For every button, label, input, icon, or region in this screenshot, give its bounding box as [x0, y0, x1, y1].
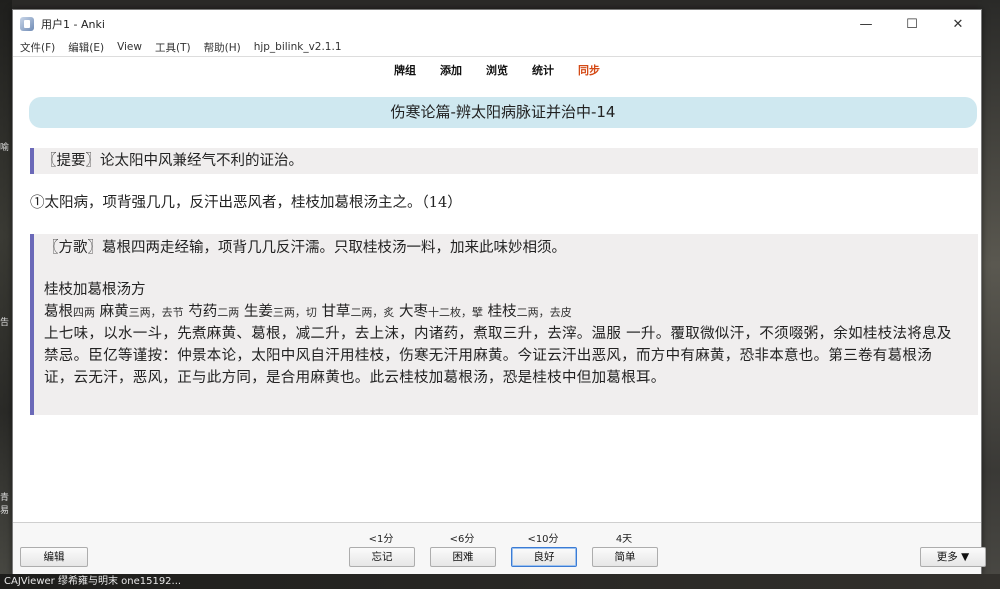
desktop-text-fragment: 告: [0, 318, 10, 328]
ease-interval-again: <1分: [368, 534, 394, 545]
good-button[interactable]: 良好: [511, 547, 577, 567]
herb-name: 桂枝: [487, 304, 517, 320]
formula-block: 〖方歌〗葛根四两走经输，项背几几反汗濡。只取桂枝汤一料，加来此味妙相须。 桂枝加…: [30, 234, 978, 415]
maximize-button[interactable]: ☐: [889, 10, 935, 38]
more-button[interactable]: 更多 ▼: [920, 547, 986, 567]
herb-name: 葛根: [44, 304, 73, 320]
card-content: 伤寒论篇-辨太阳病脉证并治中-14 〖提要〗论太阳中风兼经气不利的证治。 ①太阳…: [13, 82, 981, 522]
toolbar-decks[interactable]: 牌组: [382, 62, 428, 78]
close-button[interactable]: ✕: [935, 10, 981, 38]
toolbar-add[interactable]: 添加: [428, 62, 474, 78]
again-button[interactable]: 忘记: [349, 547, 415, 567]
formula-name: 桂枝加葛根汤方: [44, 282, 146, 298]
main-toolbar: 牌组 添加 浏览 统计 同步: [13, 56, 981, 83]
herb-name: 大枣: [399, 304, 429, 320]
herb-name: 生姜: [243, 304, 273, 320]
summary-block: 〖提要〗论太阳中风兼经气不利的证治。: [30, 148, 978, 174]
herb-dose: 三两，切: [272, 306, 317, 319]
ease-interval-easy: 4天: [615, 534, 633, 545]
herb-dose: 二两: [217, 306, 240, 319]
minimize-button[interactable]: —: [843, 10, 889, 38]
ease-interval-hard: <6分: [449, 534, 475, 545]
herb-dose: 二两，去皮: [516, 306, 572, 319]
easy-button[interactable]: 简单: [592, 547, 658, 567]
menu-edit[interactable]: 编辑(E): [68, 40, 104, 55]
menu-tools[interactable]: 工具(T): [155, 40, 191, 55]
herb-name: 麻黄: [99, 304, 129, 320]
menu-view[interactable]: View: [117, 41, 142, 53]
hard-button[interactable]: 困难: [430, 547, 496, 567]
summary-text: 〖提要〗论太阳中风兼经气不利的证治。: [42, 153, 303, 169]
menu-bar: 文件(F) 编辑(E) View 工具(T) 帮助(H) hjp_bilink_…: [13, 38, 981, 56]
taskbar-items[interactable]: CAJViewer 缪希雍与明末 one15192...: [4, 576, 181, 587]
preparation-instructions: 上七味，以水一斗，先煮麻黄、葛根，减二升，去上沫，内诸药，煮取三升，去滓。温服 …: [44, 326, 952, 386]
window-title: 用户1 - Anki: [41, 18, 105, 31]
herb-dose: 十二枚，擘: [428, 306, 484, 319]
menu-addon-bilink[interactable]: hjp_bilink_v2.1.1: [254, 41, 342, 53]
desktop-text-fragment: 喻: [0, 143, 10, 153]
card-title: 伤寒论篇-辨太阳病脉证并治中-14: [29, 97, 977, 128]
anki-window: 用户1 - Anki — ☐ ✕ 文件(F) 编辑(E) View 工具(T) …: [12, 9, 986, 575]
desktop-text-fragment: 青: [0, 493, 10, 503]
anki-app-icon: [20, 17, 34, 31]
herb-dose: 四两: [73, 306, 95, 319]
menu-file[interactable]: 文件(F): [20, 40, 55, 55]
herb-list: 葛根四两 麻黄三两，去节 芍药二两 生姜三两，切 甘草二两，炙 大枣十二枚，擘 …: [44, 300, 572, 321]
verse-text: ①太阳病，项背强几几，反汗出恶风者，桂枝加葛根汤主之。（14）: [30, 195, 462, 211]
toolbar-sync[interactable]: 同步: [566, 62, 612, 78]
toolbar-stats[interactable]: 统计: [520, 62, 566, 78]
toolbar-browse[interactable]: 浏览: [474, 62, 520, 78]
herb-dose: 二两，炙: [350, 306, 395, 319]
herb-name: 芍药: [188, 304, 218, 320]
title-bar[interactable]: 用户1 - Anki — ☐ ✕: [13, 10, 981, 38]
answer-bar: 编辑 <1分 <6分 <10分 4天 忘记 困难 良好 简单 更多 ▼: [13, 522, 986, 575]
edit-button[interactable]: 编辑: [20, 547, 88, 567]
herb-name: 甘草: [321, 304, 351, 320]
herb-dose: 三两，去节: [128, 306, 184, 319]
menu-help[interactable]: 帮助(H): [204, 40, 241, 55]
desktop-text-fragment: 易: [0, 506, 10, 516]
taskbar: CAJViewer 缪希雍与明末 one15192...: [0, 574, 1000, 589]
formula-song: 〖方歌〗葛根四两走经输，项背几几反汗濡。只取桂枝汤一料，加来此味妙相须。: [44, 240, 566, 256]
ease-interval-good: <10分: [527, 534, 559, 545]
